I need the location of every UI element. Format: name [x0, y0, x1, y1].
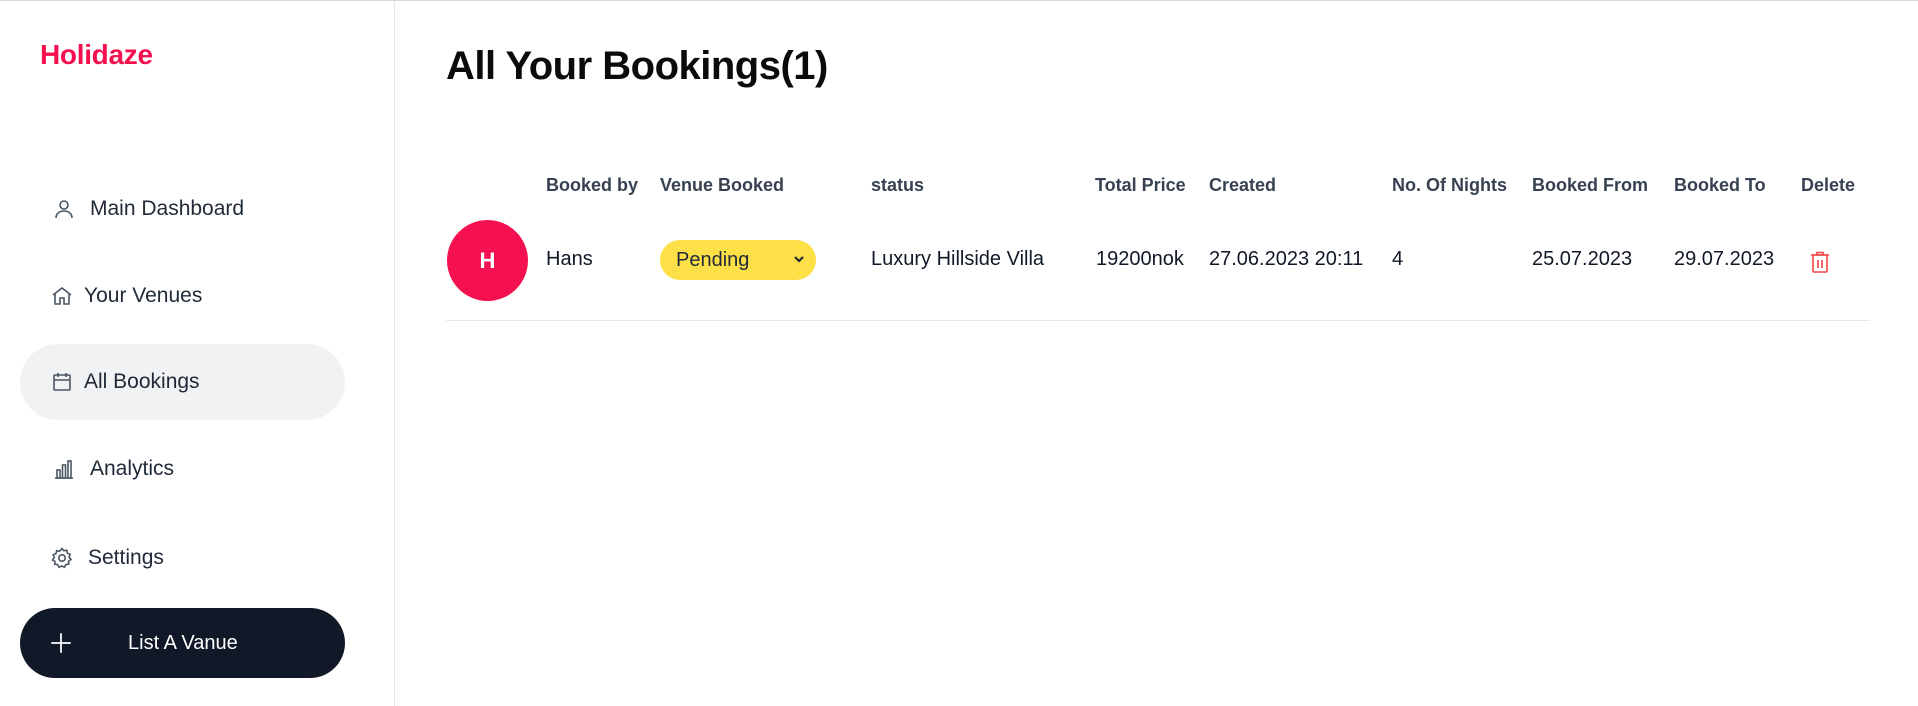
column-header-status: status	[871, 175, 925, 195]
list-a-venue-label: List A Vanue	[128, 631, 238, 654]
sidebar-item-analytics[interactable]: Analytics	[20, 431, 345, 507]
column-header-delete: Delete	[1801, 175, 1856, 195]
column-header-venue-booked: Venue Booked	[660, 175, 785, 195]
plus-icon	[46, 628, 76, 658]
column-header-booked-from: Booked From	[1532, 175, 1649, 195]
booked-by-cell: Hans	[546, 248, 593, 270]
booked-from-cell: 25.07.2023	[1532, 248, 1633, 270]
booked-to-cell: 29.07.2023	[1674, 248, 1775, 270]
row-divider	[446, 320, 1870, 321]
sidebar-item-label: All Bookings	[84, 370, 200, 393]
user-icon	[50, 195, 78, 223]
gear-icon	[48, 544, 76, 572]
home-icon	[48, 282, 76, 310]
column-header-no-of-nights: No. Of Nights	[1392, 175, 1507, 195]
sidebar-item-label: Settings	[88, 546, 164, 569]
created-cell: 27.06.2023 20:11	[1209, 248, 1364, 270]
sidebar-item-label: Analytics	[90, 457, 175, 480]
status-select[interactable]: Pending	[660, 240, 816, 280]
nights-cell: 4	[1392, 248, 1404, 270]
column-header-booked-to: Booked To	[1674, 175, 1766, 195]
venue-cell: Luxury Hillside Villa	[871, 248, 1045, 270]
bar-chart-icon	[50, 455, 78, 483]
sidebar: Holidaze Main Dashboard Your Venues All …	[0, 1, 395, 706]
sidebar-item-your-venues[interactable]: Your Venues	[20, 258, 345, 334]
column-header-total-price: Total Price	[1095, 175, 1186, 195]
chevron-down-icon	[792, 252, 806, 266]
sidebar-item-settings[interactable]: Settings	[20, 520, 345, 596]
sidebar-item-main-dashboard[interactable]: Main Dashboard	[20, 171, 345, 247]
column-header-created: Created	[1209, 175, 1277, 195]
sidebar-item-label: Your Venues	[84, 284, 203, 307]
page-title: All Your Bookings(1)	[446, 44, 828, 88]
brand-logo[interactable]: Holidaze	[40, 39, 153, 71]
sidebar-item-all-bookings[interactable]: All Bookings	[20, 344, 345, 420]
total-price-cell: 19200nok	[1096, 248, 1184, 270]
trash-icon[interactable]	[1809, 250, 1831, 274]
calendar-icon	[48, 368, 76, 396]
list-a-venue-button[interactable]: List A Vanue	[20, 608, 345, 678]
status-select-value: Pending	[676, 248, 750, 271]
sidebar-item-label: Main Dashboard	[90, 197, 245, 220]
column-header-booked-by: Booked by	[546, 175, 639, 195]
avatar: H	[447, 220, 528, 301]
